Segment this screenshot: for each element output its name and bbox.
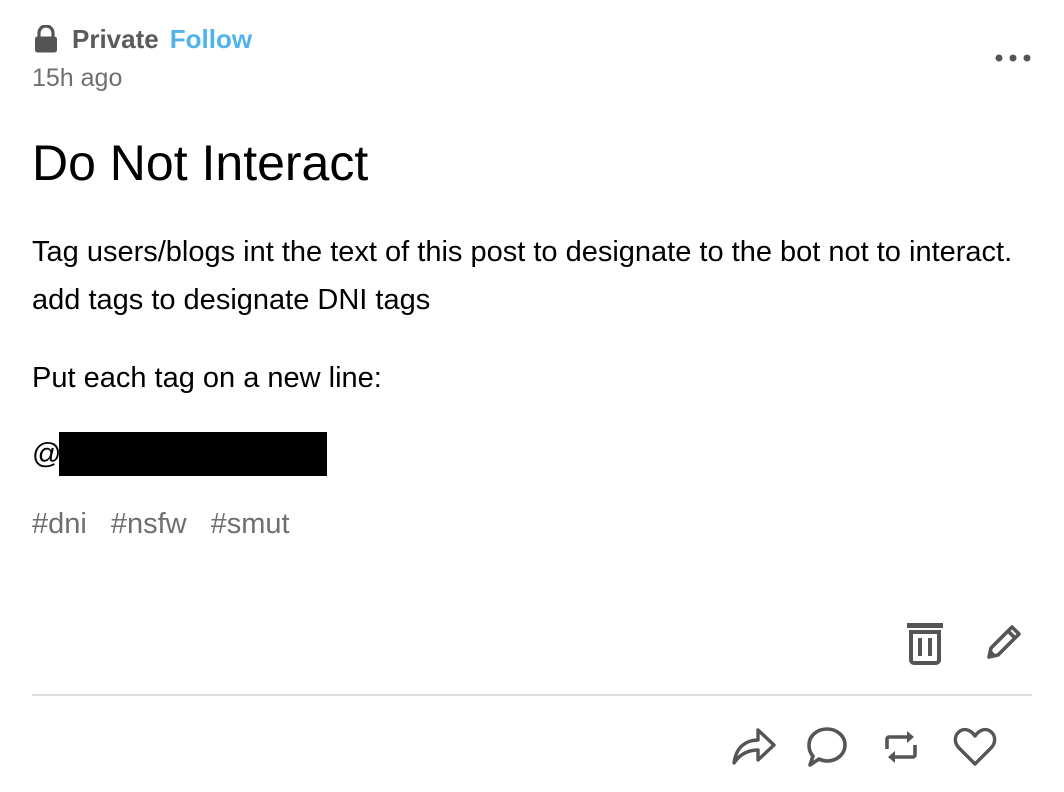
redacted-username	[59, 432, 328, 476]
post-timestamp[interactable]: 15h ago	[32, 64, 122, 93]
more-options-button[interactable]	[994, 50, 1032, 66]
post-footer-actions	[728, 724, 1000, 774]
user-mention[interactable]: @	[32, 432, 328, 476]
trash-icon	[905, 620, 945, 671]
post-card: Private Follow 15h ago Do Not Interact T…	[0, 0, 1064, 792]
reblog-icon	[879, 725, 923, 774]
share-button[interactable]	[728, 724, 778, 774]
like-button[interactable]	[950, 724, 1000, 774]
delete-button[interactable]	[900, 620, 950, 670]
tag-link[interactable]: #nsfw	[111, 508, 187, 541]
tag-link[interactable]: #dni	[32, 508, 87, 541]
edit-actions	[900, 620, 1028, 670]
post-header: Private Follow	[34, 22, 252, 56]
more-options-icon	[994, 53, 1032, 70]
post-paragraph: Tag users/blogs int the text of this pos…	[32, 236, 1013, 316]
follow-button[interactable]: Follow	[170, 24, 252, 55]
tag-link[interactable]: #smut	[211, 508, 290, 541]
blog-name[interactable]: Private	[72, 24, 159, 55]
comment-icon	[805, 725, 849, 774]
lock-icon	[34, 24, 58, 53]
pencil-icon	[981, 621, 1025, 670]
reblog-button[interactable]	[876, 724, 926, 774]
divider	[32, 694, 1032, 696]
edit-button[interactable]	[978, 620, 1028, 670]
post-title: Do Not Interact	[32, 135, 369, 191]
mention-prefix: @	[32, 437, 62, 470]
tag-list: #dni #nsfw #smut	[32, 508, 314, 541]
comment-button[interactable]	[802, 724, 852, 774]
heart-icon	[952, 726, 998, 773]
share-icon	[730, 725, 776, 774]
post-paragraph: Put each tag on a new line:	[32, 362, 382, 394]
